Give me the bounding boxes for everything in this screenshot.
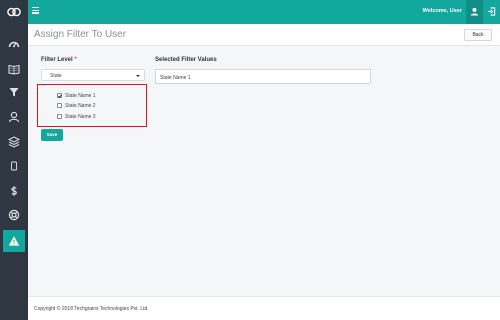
dollar-icon bbox=[11, 186, 17, 196]
book-icon bbox=[8, 64, 20, 75]
filter-level-label: Filter Level * bbox=[41, 57, 77, 63]
sidebar-item-support[interactable] bbox=[0, 204, 28, 226]
page-header: Assign Filter To User bbox=[28, 24, 500, 46]
copyright-text: Copyright © 2018 Techgrains Technologies… bbox=[34, 306, 149, 312]
sidebar-item-layers[interactable] bbox=[0, 131, 28, 153]
option-checkbox[interactable] bbox=[57, 103, 62, 108]
selected-values-field[interactable]: State Name 1 bbox=[155, 69, 371, 84]
menu-toggle-icon[interactable] bbox=[32, 6, 42, 16]
user-icon bbox=[8, 111, 20, 123]
footer: Copyright © 2018 Techgrains Technologies… bbox=[28, 296, 500, 320]
option-checkbox[interactable] bbox=[57, 114, 62, 119]
logo[interactable] bbox=[0, 0, 28, 24]
sidebar-item-alerts[interactable] bbox=[3, 230, 25, 252]
support-icon bbox=[8, 209, 20, 221]
chevron-down-icon bbox=[136, 74, 140, 77]
filter-icon bbox=[9, 88, 19, 97]
sidebar-item-dashboard[interactable] bbox=[0, 33, 28, 55]
option-label: State Name 2 bbox=[65, 102, 96, 109]
filter-level-select[interactable]: State bbox=[41, 69, 145, 81]
save-button[interactable]: Save bbox=[41, 129, 63, 141]
filter-level-value: State bbox=[50, 73, 62, 79]
mobile-icon bbox=[11, 161, 17, 171]
option-label: State Name 1 bbox=[65, 92, 96, 99]
welcome-text: Welcome, User bbox=[422, 8, 462, 14]
sidebar-item-filter[interactable] bbox=[0, 81, 28, 103]
dashboard-icon bbox=[8, 41, 20, 48]
filter-options-panel: State Name 1 State Name 2 State Name 3 bbox=[37, 84, 147, 127]
layers-icon bbox=[8, 136, 20, 148]
user-icon bbox=[470, 7, 479, 16]
user-profile-button[interactable] bbox=[466, 0, 483, 24]
top-bar: Welcome, User bbox=[0, 0, 500, 24]
sidebar bbox=[0, 24, 28, 320]
selected-values-text: State Name 1 bbox=[160, 74, 191, 81]
sidebar-item-users[interactable] bbox=[0, 106, 28, 128]
logout-icon bbox=[487, 7, 496, 16]
back-button[interactable]: Back bbox=[464, 29, 492, 41]
page-title: Assign Filter To User bbox=[34, 29, 127, 40]
selected-values-label: Selected Filter Values bbox=[155, 57, 217, 63]
filter-level-label-text: Filter Level bbox=[41, 57, 73, 63]
option-checkbox[interactable] bbox=[57, 93, 62, 98]
sidebar-item-book[interactable] bbox=[0, 58, 28, 80]
warning-icon bbox=[8, 236, 20, 246]
logo-icon bbox=[7, 7, 21, 17]
sidebar-item-mobile[interactable] bbox=[0, 155, 28, 177]
required-mark: * bbox=[74, 57, 77, 63]
option-label: State Name 3 bbox=[65, 113, 96, 120]
logout-button[interactable] bbox=[483, 0, 500, 24]
sidebar-item-billing[interactable] bbox=[0, 180, 28, 202]
